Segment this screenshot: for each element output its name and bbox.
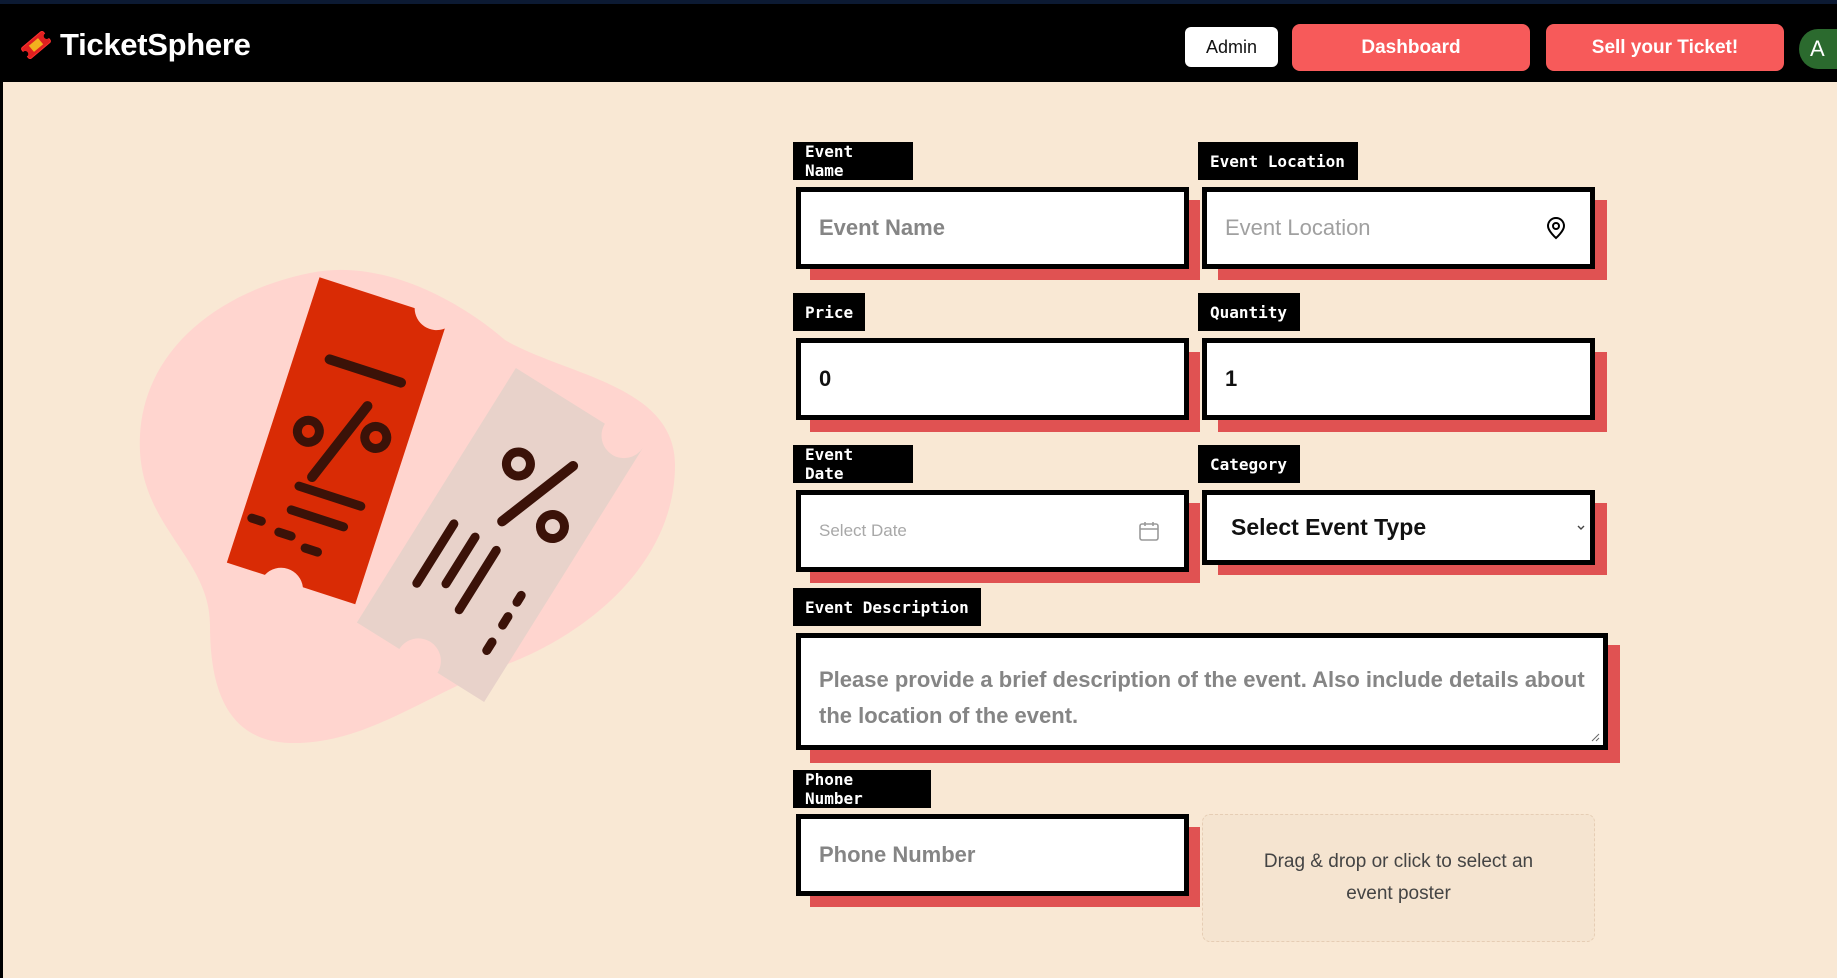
brand[interactable]: TicketSphere: [18, 24, 251, 66]
quantity-label: Quantity: [1198, 293, 1300, 331]
event-description-textarea[interactable]: Please provide a brief description of th…: [796, 633, 1608, 750]
category-selected: Select Event Type: [1231, 514, 1427, 540]
navbar: TicketSphere Admin Dashboard Sell your T…: [0, 0, 1837, 82]
tickets-illustration: [139, 269, 675, 744]
category-label: Category: [1198, 445, 1300, 483]
event-description-placeholder: Please provide a brief description of th…: [819, 667, 1585, 728]
event-location-label: Event Location: [1198, 142, 1358, 180]
category-select[interactable]: Select Event Type: [1202, 490, 1595, 565]
event-name-input[interactable]: Event Name: [796, 187, 1189, 269]
brand-name: TicketSphere: [60, 27, 251, 62]
dashboard-button[interactable]: Dashboard: [1292, 24, 1530, 71]
price-input[interactable]: 0: [796, 338, 1189, 420]
event-location-placeholder: Event Location: [1225, 215, 1371, 240]
ticket-logo-icon: [21, 30, 51, 60]
event-location-input[interactable]: Event Location: [1202, 187, 1595, 269]
price-value: 0: [819, 366, 832, 391]
price-label: Price: [793, 293, 865, 331]
calendar-icon[interactable]: [1138, 520, 1160, 542]
phone-number-input[interactable]: Phone Number: [796, 814, 1189, 896]
event-name-placeholder: Event Name: [819, 215, 945, 240]
event-description-label: Event Description: [793, 588, 981, 626]
resize-handle-icon[interactable]: [1590, 732, 1600, 742]
quantity-input[interactable]: 1: [1202, 338, 1595, 420]
phone-number-placeholder: Phone Number: [819, 842, 976, 867]
event-name-label: Event Name: [793, 142, 913, 180]
avatar[interactable]: A: [1799, 29, 1837, 69]
event-date-label: Event Date: [793, 445, 913, 483]
sell-ticket-button[interactable]: Sell your Ticket!: [1546, 24, 1784, 71]
chevron-down-icon: [1577, 525, 1585, 530]
location-pin-icon[interactable]: [1546, 216, 1566, 240]
event-date-input[interactable]: Select Date: [796, 490, 1189, 572]
phone-number-label: Phone Number: [793, 770, 931, 808]
poster-dropzone[interactable]: Drag & drop or click to select an event …: [1202, 814, 1595, 942]
poster-dropzone-text: Drag & drop or click to select an event …: [1263, 851, 1534, 904]
event-date-placeholder: Select Date: [819, 521, 907, 540]
quantity-value: 1: [1225, 366, 1238, 391]
admin-button[interactable]: Admin: [1185, 27, 1278, 67]
content-edge: [0, 82, 3, 978]
